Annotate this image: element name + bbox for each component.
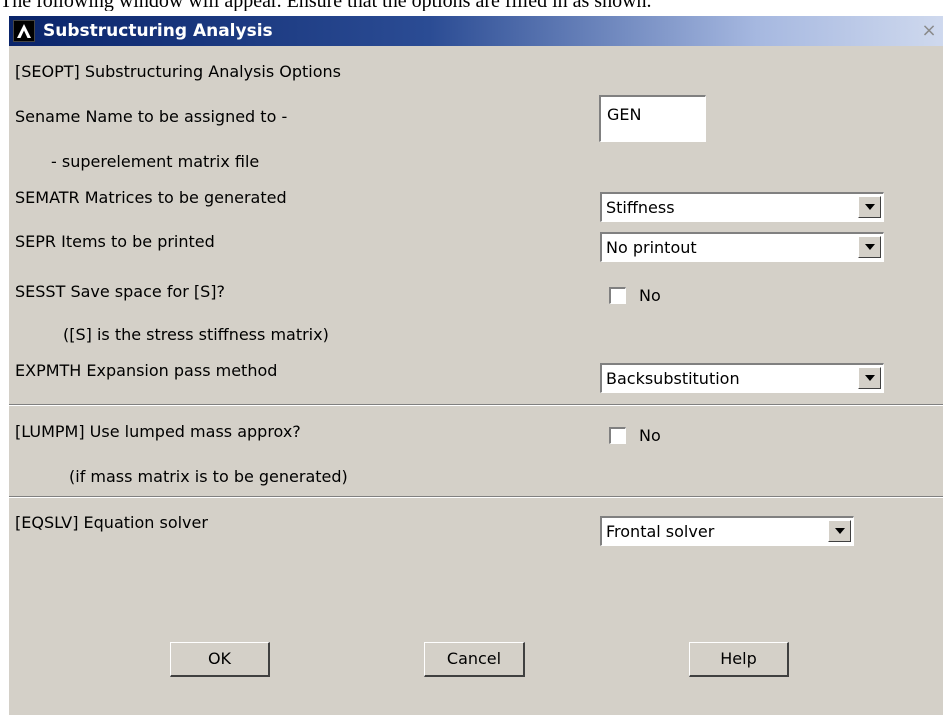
chevron-down-icon[interactable] <box>828 520 851 542</box>
cancel-button[interactable]: Cancel <box>424 642 525 677</box>
substructuring-dialog: Substructuring Analysis × [SEOPT] Substr… <box>8 16 943 715</box>
separator <box>9 496 943 498</box>
ok-button[interactable]: OK <box>170 642 270 677</box>
sesst-sublabel: ([S] is the stress stiffness matrix) <box>63 325 329 344</box>
sename-sublabel: - superelement matrix file <box>51 152 260 171</box>
sematr-value: Stiffness <box>606 198 675 217</box>
expmth-value: Backsubstitution <box>606 369 740 388</box>
close-icon[interactable]: × <box>920 22 938 40</box>
dialog-title: Substructuring Analysis <box>43 21 273 41</box>
sepr-value: No printout <box>606 238 697 257</box>
help-button[interactable]: Help <box>689 642 789 677</box>
ansys-logo-icon <box>13 20 35 42</box>
eqslv-label: [EQSLV] Equation solver <box>15 513 208 532</box>
lumpm-label: [LUMPM] Use lumped mass approx? <box>15 422 301 441</box>
section-heading: [SEOPT] Substructuring Analysis Options <box>15 62 341 81</box>
lumpm-checkbox-label: No <box>639 426 661 445</box>
title-bar[interactable]: Substructuring Analysis × <box>9 16 943 46</box>
expmth-select[interactable]: Backsubstitution <box>600 363 884 393</box>
sematr-select[interactable]: Stiffness <box>600 192 884 222</box>
lumpm-sublabel: (if mass matrix is to be generated) <box>69 467 348 486</box>
chevron-down-icon[interactable] <box>858 236 881 258</box>
eqslv-select[interactable]: Frontal solver <box>600 516 854 546</box>
sename-input[interactable]: GEN <box>599 95 706 142</box>
sepr-select[interactable]: No printout <box>600 232 884 262</box>
sesst-checkbox-label: No <box>639 286 661 305</box>
lumpm-checkbox[interactable] <box>609 427 626 444</box>
sepr-label: SEPR Items to be printed <box>15 232 215 251</box>
sesst-label: SESST Save space for [S]? <box>15 282 226 301</box>
sesst-checkbox[interactable] <box>609 287 626 304</box>
sename-label: Sename Name to be assigned to - <box>15 107 288 126</box>
sematr-label: SEMATR Matrices to be generated <box>15 188 287 207</box>
eqslv-value: Frontal solver <box>606 522 715 541</box>
chevron-down-icon[interactable] <box>858 196 881 218</box>
sename-value: GEN <box>607 105 642 124</box>
expmth-label: EXPMTH Expansion pass method <box>15 361 278 380</box>
chevron-down-icon[interactable] <box>858 367 881 389</box>
separator <box>9 404 943 406</box>
page-caption: The following window will appear. Ensure… <box>0 0 652 11</box>
